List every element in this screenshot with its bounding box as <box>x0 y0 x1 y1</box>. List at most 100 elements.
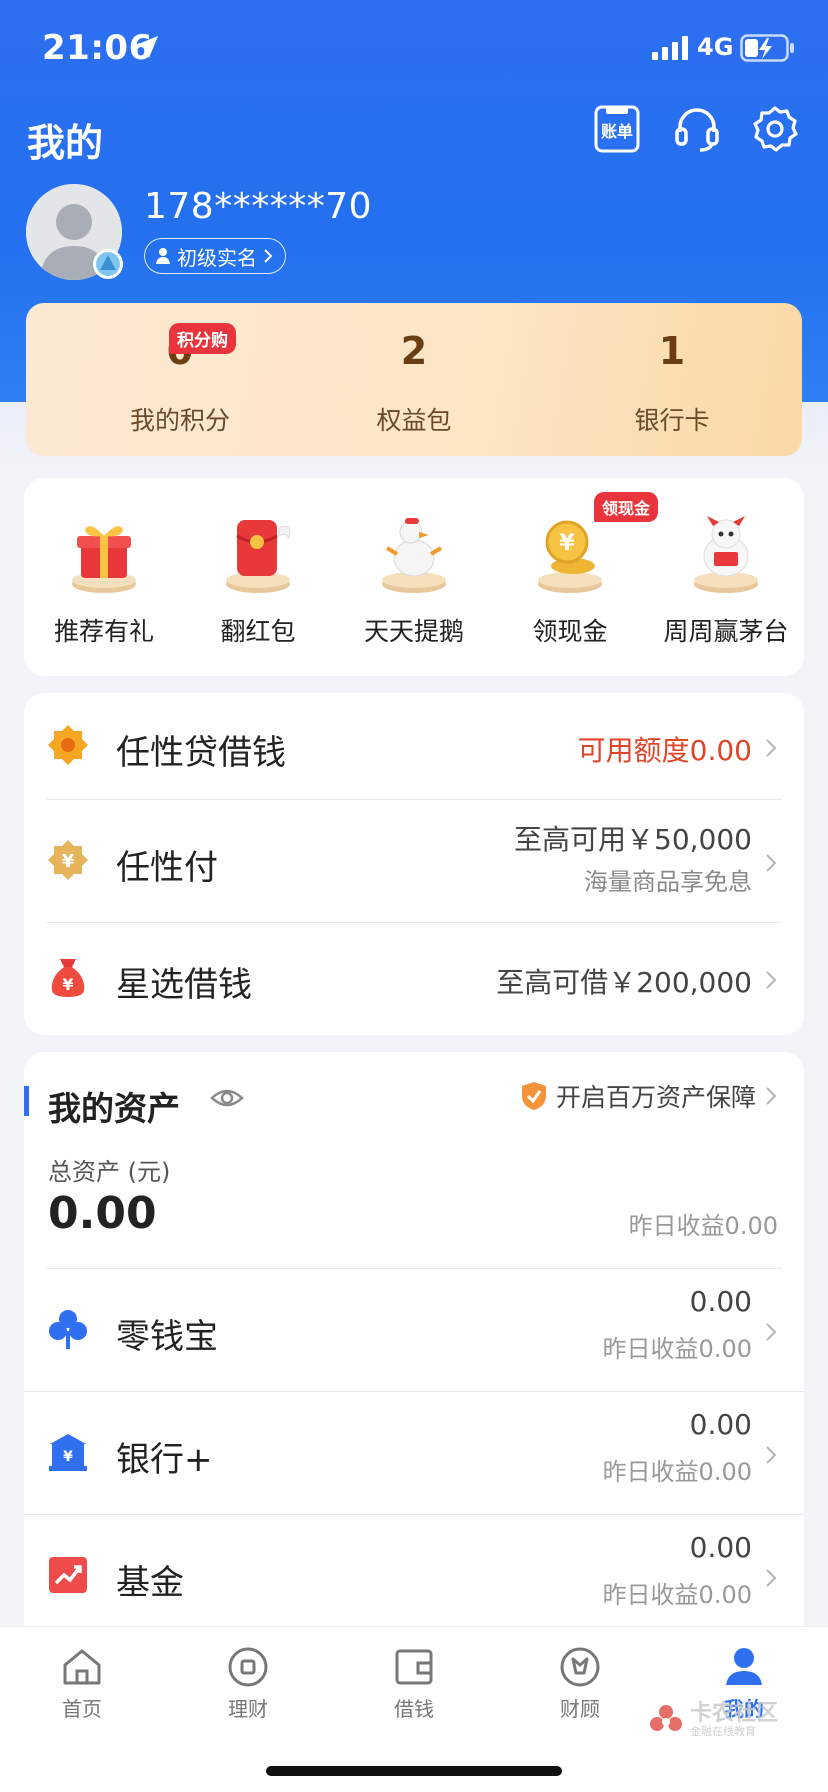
loan-credit-available: 可用额度0.00 <box>577 734 752 767</box>
network-type: 4G <box>697 33 734 61</box>
asset-row-fund[interactable]: 基金 0.00 昨日收益0.00 <box>24 1515 804 1637</box>
watermark-title: 卡农社区 <box>690 1701 779 1726</box>
asset-value: 0.00 <box>689 1408 752 1441</box>
asset-title: 银行+ <box>116 1440 213 1480</box>
loan-row-renxingdai[interactable]: 任性贷借钱 可用额度0.00 <box>24 693 804 799</box>
loan-subtitle: 海量商品享免息 <box>584 868 752 896</box>
settings-button[interactable] <box>750 104 800 154</box>
flower-badge-icon <box>48 725 88 765</box>
wallet-icon <box>395 1649 433 1685</box>
loan-row-renxingfu[interactable]: ¥ 任性付 至高可用￥50,000 海量商品享免息 <box>24 800 804 922</box>
stat-points-label: 我的积分 <box>129 406 230 435</box>
signal-icon <box>652 36 688 60</box>
total-yesterday-earnings: 昨日收益0.00 <box>628 1212 778 1240</box>
quick-referral-label: 推荐有礼 <box>53 617 154 646</box>
red-envelope-icon <box>226 520 291 593</box>
shield-icon <box>521 1082 546 1110</box>
eye-icon[interactable] <box>210 1086 244 1110</box>
tab-loan[interactable]: 借钱 <box>364 1645 464 1722</box>
loans-card: 任性贷借钱 可用额度0.00 ¥ 任性付 至高可用￥50,000 海量商品享免息… <box>24 693 804 1035</box>
yuan-badge-icon: ¥ <box>48 840 88 880</box>
home-indicator <box>266 1766 562 1776</box>
tab-label: 首页 <box>62 1697 102 1721</box>
quick-goose-label: 天天提鹅 <box>363 617 464 646</box>
total-assets-value: 0.00 <box>48 1188 157 1239</box>
quick-actions-card: 推荐有礼 翻红包 天天提鹅 ¥ 领现金 领现金 周周赢茅台 <box>24 478 804 676</box>
watermark: 卡农社区 金融在线教育 <box>648 1701 779 1738</box>
asset-value: 0.00 <box>689 1285 752 1318</box>
bill-icon: 账单 <box>594 105 640 153</box>
quick-referral[interactable]: 推荐有礼 <box>26 508 182 648</box>
wealth-icon <box>228 1647 268 1687</box>
chevron-right-icon <box>766 739 777 757</box>
asset-row-lingqianbao[interactable]: 零钱宝 0.00 昨日收益0.00 <box>24 1269 804 1391</box>
loan-max-amount: 至高可借￥200,000 <box>496 966 752 999</box>
bill-icon-text: 账单 <box>601 122 633 141</box>
quick-red-envelope[interactable]: 翻红包 <box>180 508 336 648</box>
chevron-right-icon <box>766 1323 777 1341</box>
stat-benefits-value: 2 <box>400 329 428 373</box>
stat-benefits-label: 权益包 <box>376 406 452 435</box>
quick-moutai-label: 周周赢茅台 <box>663 617 789 646</box>
customer-service-button[interactable] <box>672 104 722 154</box>
tab-home[interactable]: 首页 <box>32 1645 132 1722</box>
loan-title: 任性贷借钱 <box>116 733 286 773</box>
section-accent-bar <box>24 1086 29 1116</box>
chevron-right-icon <box>766 1446 777 1464</box>
loan-title: 任性付 <box>116 848 218 888</box>
headset-icon <box>675 108 719 152</box>
bank-icon: ¥ <box>49 1434 87 1471</box>
svg-text:¥: ¥ <box>63 1449 73 1465</box>
asset-protection-link[interactable]: 开启百万资产保障 <box>520 1078 778 1114</box>
tab-label: 借钱 <box>394 1697 434 1721</box>
loan-title: 星选借钱 <box>116 965 252 1005</box>
asset-protection-label: 开启百万资产保障 <box>555 1083 756 1112</box>
fund-chart-icon <box>49 1557 87 1593</box>
gift-icon <box>72 526 136 593</box>
points-shop-badge[interactable]: 积分购 <box>169 323 236 354</box>
watermark-logo-icon <box>650 1705 682 1732</box>
bill-button[interactable]: 账单 <box>592 104 642 154</box>
asset-title: 基金 <box>116 1563 184 1603</box>
loan-max-amount: 至高可用￥50,000 <box>514 823 752 856</box>
home-icon <box>63 1649 101 1685</box>
clover-icon <box>49 1310 87 1349</box>
location-arrow-icon <box>136 36 158 58</box>
assets-title: 我的资产 <box>48 1089 180 1128</box>
total-assets-label: 总资产 (元) <box>48 1158 171 1186</box>
status-bar: 21:06 4G <box>0 0 828 100</box>
asset-yesterday: 昨日收益0.00 <box>602 1581 752 1609</box>
svg-text:¥: ¥ <box>559 531 575 556</box>
asset-row-bank-plus[interactable]: ¥ 银行+ 0.00 昨日收益0.00 <box>24 1392 804 1514</box>
stats-card: 0 我的积分 积分购 2 权益包 1 银行卡 <box>26 303 802 456</box>
assets-card: 我的资产 开启百万资产保障 总资产 (元) 0.00 昨日收益0.00 零钱宝 … <box>24 1052 804 1652</box>
user-phone: 178******70 <box>144 186 373 227</box>
money-bag-icon: ¥ <box>51 959 85 997</box>
realname-label: 初级实名 <box>177 245 257 270</box>
goose-icon <box>382 518 446 593</box>
realname-status-button[interactable]: 初级实名 <box>144 238 286 274</box>
quick-cash[interactable]: ¥ 领现金 <box>492 508 648 648</box>
asset-yesterday: 昨日收益0.00 <box>602 1335 752 1363</box>
quick-red-envelope-label: 翻红包 <box>220 617 296 646</box>
chevron-right-icon <box>766 854 777 872</box>
loan-row-xingxuan[interactable]: ¥ 星选借钱 至高可借￥200,000 <box>24 923 804 1035</box>
chevron-right-icon <box>766 1569 777 1587</box>
quick-goose[interactable]: 天天提鹅 <box>336 508 492 648</box>
svg-text:¥: ¥ <box>62 851 75 872</box>
asset-title: 零钱宝 <box>116 1317 218 1357</box>
stat-bank-cards-label: 银行卡 <box>634 406 710 435</box>
stat-bank-cards[interactable]: 1 银行卡 <box>572 329 772 437</box>
user-icon <box>156 248 170 264</box>
tab-label: 财顾 <box>560 1697 600 1721</box>
quick-moutai[interactable]: 周周赢茅台 <box>648 508 804 648</box>
svg-text:¥: ¥ <box>62 975 73 994</box>
member-level-badge-icon <box>93 249 123 279</box>
advisor-icon <box>560 1647 600 1687</box>
mascot-icon <box>694 516 758 593</box>
gear-icon <box>753 106 798 152</box>
tab-wealth[interactable]: 理财 <box>198 1645 298 1722</box>
chevron-right-icon <box>766 1087 777 1105</box>
tab-advisor[interactable]: 财顾 <box>530 1645 630 1722</box>
stat-benefits[interactable]: 2 权益包 <box>314 329 514 437</box>
